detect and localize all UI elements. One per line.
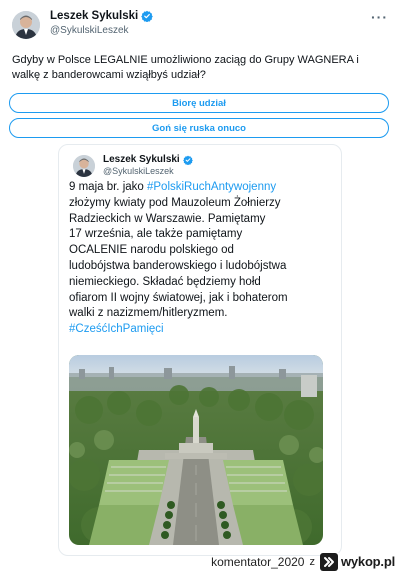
line-text: walki z nazizmem/hitleryzmem. xyxy=(69,307,228,320)
quoted-line: ofiarom II wojny światowej, jak i bohate… xyxy=(69,291,331,307)
author-handle[interactable]: @SykulskiLeszek xyxy=(50,25,129,36)
verified-badge-icon xyxy=(141,10,154,22)
line-text: Radzieckich w Warszawie. Pamiętamy xyxy=(69,212,266,225)
line-text: niemieckiego. Składać będziemy hołd xyxy=(69,275,261,288)
verified-badge-icon xyxy=(182,155,193,165)
quoted-line: #CześćIchPamięci xyxy=(69,322,331,338)
wykop-logo[interactable]: wykop.pl xyxy=(319,552,395,571)
quoted-author-name[interactable]: Leszek Sykulski xyxy=(103,154,193,165)
quoted-tweet-text: 9 maja br. jako #PolskiRuchAntywojenny z… xyxy=(69,180,331,338)
quoted-line: OCALENIE narodu polskiego od xyxy=(69,243,331,259)
quoted-author-avatar[interactable] xyxy=(73,155,95,177)
source-watermark: komentator_2020 z wykop.pl xyxy=(211,550,400,573)
quoted-line: 9 maja br. jako #PolskiRuchAntywojenny xyxy=(69,180,331,196)
quoted-tweet-card[interactable]: Leszek Sykulski @SykulskiLeszek 9 maja b… xyxy=(58,144,342,556)
quoted-author-handle[interactable]: @SykulskiLeszek xyxy=(103,166,174,176)
hashtag-link[interactable]: #CześćIchPamięci xyxy=(69,323,164,335)
line-text: 9 maja br. jako xyxy=(69,181,147,193)
more-horizontal-icon[interactable]: ··· xyxy=(371,9,388,25)
poll-option-2[interactable]: Goń się ruska onuco xyxy=(9,118,389,138)
quoted-line: walki z nazizmem/hitleryzmem. xyxy=(69,306,331,322)
line-text: złożymy kwiaty pod Mauzoleum Żołnierzy xyxy=(69,196,281,209)
tweet-photo[interactable] xyxy=(69,355,323,545)
line-text: 17 września, ale także pamiętamy xyxy=(69,228,243,241)
author-name-text[interactable]: Leszek Sykulski xyxy=(50,10,138,22)
line-text: ludobójstwa banderowskiego i ludobójstwa xyxy=(69,259,287,272)
quoted-line: złożymy kwiaty pod Mauzoleum Żołnierzy xyxy=(69,196,331,212)
commenter-username[interactable]: komentator_2020 xyxy=(211,555,304,569)
poll-option-1[interactable]: Biorę udział xyxy=(9,93,389,113)
quoted-line: ludobójstwa banderowskiego i ludobójstwa xyxy=(69,259,331,275)
author-name[interactable]: Leszek Sykulski xyxy=(50,10,154,22)
hashtag-link[interactable]: #PolskiRuchAntywojenny xyxy=(147,181,276,193)
wykop-site-name: wykop.pl xyxy=(340,554,395,569)
quoted-line: niemieckiego. Składać będziemy hołd xyxy=(69,275,331,291)
line-text: ofiarom II wojny światowej, jak i bohate… xyxy=(69,291,288,304)
quoted-line: 17 września, ale także pamiętamy xyxy=(69,227,331,243)
quoted-author-name-text[interactable]: Leszek Sykulski xyxy=(103,154,180,165)
wykop-logo-icon xyxy=(319,552,338,571)
author-avatar[interactable] xyxy=(12,11,40,39)
line-text: OCALENIE narodu polskiego od xyxy=(69,244,234,257)
footer-separator: z xyxy=(309,555,315,568)
tweet-text: Gdyby w Polsce LEGALNIE umożliwiono zaci… xyxy=(12,54,359,81)
tweet-header: Leszek Sykulski @SykulskiLeszek ··· xyxy=(0,0,400,44)
quoted-line: Radzieckich w Warszawie. Pamiętamy xyxy=(69,212,331,228)
